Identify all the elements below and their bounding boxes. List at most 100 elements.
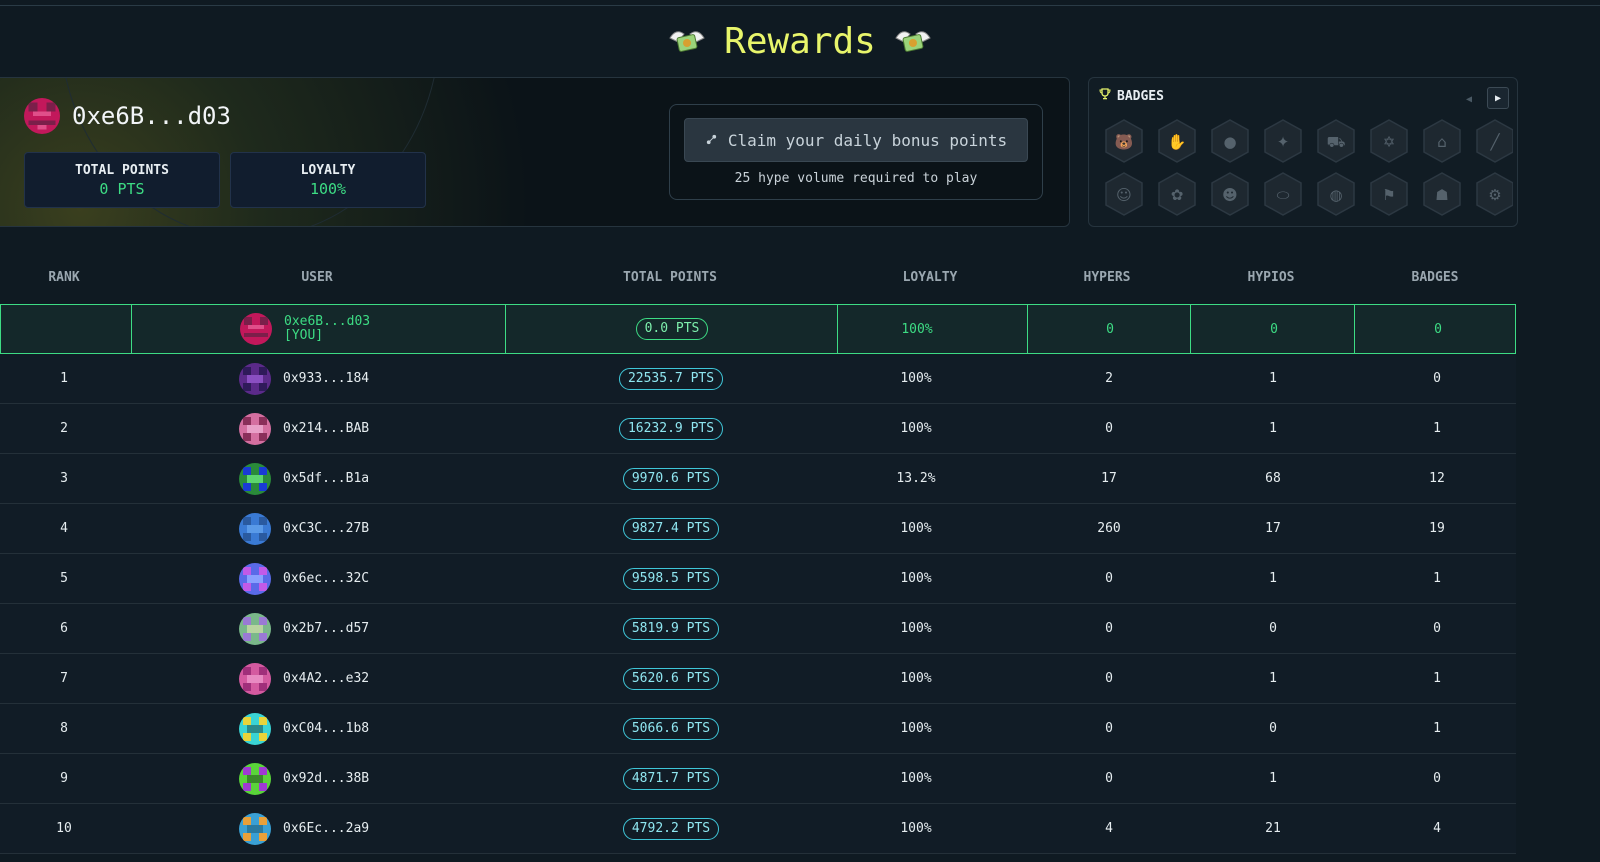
row-hypios: 1 [1269, 771, 1277, 786]
row-hypios: 0 [1269, 721, 1277, 736]
table-row[interactable]: 6 0x2b7...d57 5819.9 PTS 100% 0 0 0 [0, 604, 1516, 654]
svg-text:✡: ✡ [1383, 133, 1396, 151]
dice-icon [705, 131, 718, 150]
avatar [239, 762, 271, 795]
badges-next-button[interactable]: ▶ [1487, 87, 1509, 109]
table-row[interactable]: 5 0x6ec...32C 9598.5 PTS 100% 0 1 1 [0, 554, 1516, 604]
points-pill: 9827.4 PTS [622, 517, 720, 540]
avatar [239, 562, 271, 595]
pill-badge-icon[interactable]: ⬭ [1262, 171, 1304, 217]
row-hypers: 260 [1097, 521, 1121, 536]
row-hypios: 17 [1265, 521, 1281, 536]
wing-badge-icon[interactable]: ✦ [1262, 118, 1304, 164]
points-pill: 4871.7 PTS [622, 767, 720, 790]
row-hypios: 1 [1269, 671, 1277, 686]
avatar [239, 662, 271, 695]
row-hypers: 0 [1105, 621, 1113, 636]
hand-badge-icon[interactable]: ✋ [1156, 118, 1198, 164]
gear-badge-icon[interactable]: ⚙ [1474, 171, 1513, 217]
circle-badge-icon[interactable]: ● [1209, 118, 1251, 164]
row-user: 0x6ec...32C [239, 554, 499, 603]
robot-badge-icon[interactable]: ☺ [1103, 171, 1145, 217]
avatar [239, 412, 271, 445]
bear-badge-icon[interactable]: 🐻 [1103, 118, 1145, 164]
row-rank: 8 [60, 721, 68, 736]
ghost-badge-icon[interactable]: ☗ [1421, 171, 1463, 217]
table-row[interactable]: 9 0x92d...38B 4871.7 PTS 100% 0 1 0 [0, 754, 1516, 804]
row-badges: 1 [1433, 571, 1441, 586]
svg-text:⚑: ⚑ [1382, 186, 1395, 204]
avatar [239, 612, 271, 645]
star-of-david-badge-icon[interactable]: ✡ [1368, 118, 1410, 164]
row-hypers: 4 [1105, 821, 1113, 836]
row-hypios: 21 [1265, 821, 1281, 836]
header-hypers: HYPERS [1083, 270, 1131, 285]
cat-badge-icon[interactable]: ☻ [1209, 171, 1251, 217]
header-points: TOTAL POINTS [623, 270, 717, 285]
row-points: 22535.7 PTS [586, 354, 756, 403]
house-badge-icon[interactable]: ⌂ [1421, 118, 1463, 164]
row-rank: 1 [60, 371, 68, 386]
user-address: 0x214...BAB [283, 421, 370, 436]
stick-badge-icon[interactable]: ╱ [1474, 118, 1513, 164]
row-user: 0xC3C...27B [239, 504, 499, 553]
badge-grid: 🐻 ✋ ● ✦ ⛟ ✡ ⌂ ╱ ☺ ✿ ☻ ⬭ ◍ ⚑ ☗ ⚙ [1103, 118, 1513, 226]
loyalty-value: 100% [309, 179, 347, 198]
row-points: 5620.6 PTS [586, 654, 756, 703]
avatar [24, 98, 60, 134]
user-address: 0x5df...B1a [283, 471, 370, 486]
badges-prev-button[interactable]: ◀ [1461, 88, 1477, 110]
points-pill: 5066.6 PTS [622, 717, 720, 740]
row-hypios: 1 [1269, 571, 1277, 586]
table-row[interactable]: 8 0xC04...1b8 5066.6 PTS 100% 0 0 1 [0, 704, 1516, 754]
profile-address: 0xe6B...d03 [72, 102, 231, 130]
table-row[interactable]: 4 0xC3C...27B 9827.4 PTS 100% 260 17 19 [0, 504, 1516, 554]
user-address: 0x4A2...e32 [283, 671, 370, 686]
row-hypios: 68 [1265, 471, 1281, 486]
svg-text:⌂: ⌂ [1437, 133, 1447, 151]
svg-text:⚙: ⚙ [1488, 186, 1501, 204]
svg-text:◍: ◍ [1329, 186, 1342, 204]
row-badges: 4 [1433, 821, 1441, 836]
truck-badge-icon[interactable]: ⛟ [1315, 118, 1357, 164]
badges-title: BADGES [1117, 88, 1164, 104]
points-pill: 9598.5 PTS [622, 567, 720, 590]
row-rank: 10 [56, 821, 72, 836]
points-pill: 4792.2 PTS [622, 817, 720, 840]
row-loyalty: 100% [900, 371, 932, 386]
points-pill: 9970.6 PTS [622, 467, 720, 490]
row-badges: 0 [1433, 771, 1441, 786]
header-user: USER [301, 270, 333, 285]
points-pill: 0.0 PTS [635, 318, 709, 340]
table-row[interactable]: 2 0x214...BAB 16232.9 PTS 100% 0 1 1 [0, 404, 1516, 454]
user-address: 0x92d...38B [283, 771, 370, 786]
table-row[interactable]: 10 0x6Ec...2a9 4792.2 PTS 100% 4 21 4 [0, 804, 1516, 854]
table-row[interactable]: 3 0x5df...B1a 9970.6 PTS 13.2% 17 68 12 [0, 454, 1516, 504]
badges-header: BADGES [1099, 88, 1164, 104]
claim-panel: Claim your daily bonus points 25 hype vo… [669, 104, 1043, 200]
flying-money-icon [668, 24, 706, 58]
row-rank: 2 [60, 421, 68, 436]
table-row[interactable]: 7 0x4A2...e32 5620.6 PTS 100% 0 1 1 [0, 654, 1516, 704]
flower-badge-icon[interactable]: ✿ [1156, 171, 1198, 217]
current-user-row[interactable]: 0xe6B...d03 [YOU] 0.0 PTS 100% 0 0 0 [0, 304, 1516, 354]
row-badges: 1 [1433, 421, 1441, 436]
row-loyalty: 100% [900, 421, 932, 436]
points-pill: 5620.6 PTS [622, 667, 720, 690]
row-user: 0x2b7...d57 [239, 604, 499, 653]
svg-text:✋: ✋ [1168, 133, 1187, 151]
svg-text:☗: ☗ [1435, 186, 1448, 204]
row-rank [15, 305, 115, 353]
rock-badge-icon[interactable]: ◍ [1315, 171, 1357, 217]
svg-text:✿: ✿ [1171, 186, 1184, 204]
page-title: Rewards [0, 16, 1600, 66]
row-user: 0x5df...B1a [239, 454, 499, 503]
flying-money-icon [894, 24, 932, 58]
flag-badge-icon[interactable]: ⚑ [1368, 171, 1410, 217]
row-loyalty: 100% [900, 571, 932, 586]
you-tag: [YOU] [284, 328, 324, 343]
header-loyalty: LOYALTY [902, 270, 958, 285]
table-row[interactable]: 1 0x933...184 22535.7 PTS 100% 2 1 0 [0, 354, 1516, 404]
points-pill: 16232.9 PTS [618, 417, 724, 440]
claim-bonus-button[interactable]: Claim your daily bonus points [684, 118, 1028, 162]
